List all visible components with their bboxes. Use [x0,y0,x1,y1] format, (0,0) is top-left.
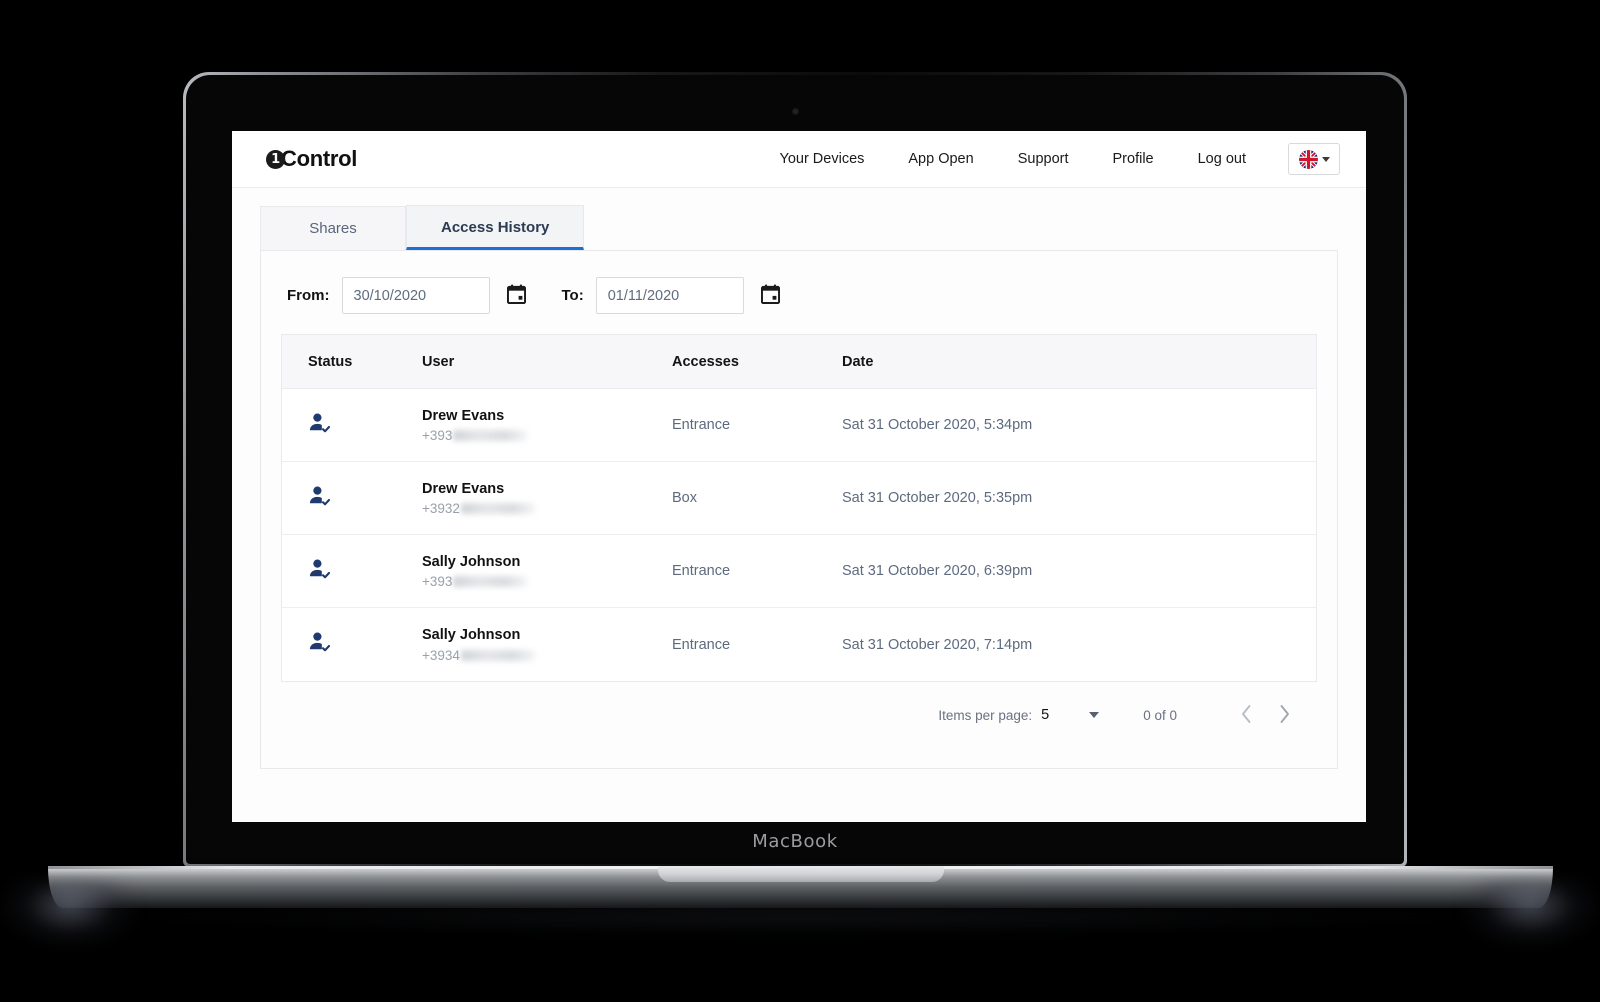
row-status-cell [282,411,422,440]
laptop-base-notch [657,866,944,882]
top-navbar: 1 Control Your Devices App Open Support … [232,131,1366,188]
row-date-cell: Sat 31 October 2020, 7:14pm [842,636,1033,653]
row-access-cell: Entrance [672,636,731,653]
chevron-left-icon [1240,704,1253,727]
column-header-status: Status [308,353,353,370]
column-header-accesses: Accesses [672,353,739,370]
calendar-icon [761,284,781,307]
column-header-date: Date [842,353,874,370]
content-card: From: 30/10/2020 To: 01/11/2020 Status U… [260,250,1338,769]
user-phone-prefix: +393 [422,574,453,590]
tabs-container: Shares Access History [232,188,1366,250]
to-label: To: [561,287,584,304]
app-logo[interactable]: 1 Control [266,146,357,172]
user-name: Sally Johnson [422,553,521,570]
chevron-down-icon [1321,156,1330,162]
row-user-cell: Drew Evans +393 [422,407,672,443]
laptop-glow-right [1460,878,1600,948]
nav-item-app-open[interactable]: App Open [886,151,995,167]
user-phone-prefix: +3932 [422,501,460,517]
row-user-cell: Drew Evans +3932 [422,480,672,516]
from-date-input[interactable] [341,277,490,314]
row-status-cell [282,484,422,513]
laptop-base [48,866,1553,908]
row-access-cell: Box [672,490,697,506]
previous-page-button[interactable] [1227,696,1265,734]
row-access-cell: Entrance [672,417,731,433]
column-header-user: User [422,353,455,370]
page-range-label: 0 of 0 [1143,707,1177,723]
language-selector[interactable] [1288,143,1340,175]
table-row[interactable]: Sally Johnson +393 Entrance Sat 31 Octob… [282,535,1316,608]
access-history-table: Status User Accesses Date Drew Evans +39… [281,334,1317,682]
user-name: Sally Johnson [422,627,521,644]
user-verified-icon [308,559,332,585]
row-date-cell: Sat 31 October 2020, 5:34pm [842,417,1033,433]
nav-item-log-out[interactable]: Log out [1176,151,1268,167]
items-per-page-label: Items per page: [938,707,1033,723]
user-phone-prefix: +3934 [422,647,460,663]
table-row[interactable]: Sally Johnson +3934 Entrance Sat 31 Octo… [282,608,1316,681]
user-phone: +393 [422,574,672,589]
screenshot-stage: 1 Control Your Devices App Open Support … [0,0,1600,1002]
paginator: Items per page: 5 0 of 0 [281,682,1317,748]
tab-shares[interactable]: Shares [260,206,406,250]
user-phone-redacted [453,576,528,588]
row-date-cell: Sat 31 October 2020, 5:35pm [842,490,1033,506]
laptop-screen: 1 Control Your Devices App Open Support … [232,131,1366,822]
table-row[interactable]: Drew Evans +3932 Box Sat 31 October 2020… [282,462,1316,535]
date-filter-row: From: 30/10/2020 To: 01/11/2020 [281,273,1317,334]
row-status-cell [282,557,422,586]
logo-one-badge-icon: 1 [266,149,285,169]
web-page: 1 Control Your Devices App Open Support … [232,131,1366,822]
next-page-button[interactable] [1265,696,1303,734]
calendar-icon [506,284,527,307]
to-calendar-button[interactable] [754,279,788,313]
table-row[interactable]: Drew Evans +393 Entrance Sat 31 October … [282,389,1316,462]
user-phone: +393 [422,428,672,443]
user-verified-icon [308,486,332,512]
user-phone: +3934 [422,648,672,663]
row-access-cell: Entrance [672,563,731,579]
user-phone-prefix: +393 [422,428,453,444]
laptop-bezel: 1 Control Your Devices App Open Support … [186,75,1404,864]
user-name: Drew Evans [422,407,505,424]
user-name: Drew Evans [422,480,505,497]
nav-item-profile[interactable]: Profile [1091,151,1176,167]
user-phone: +3932 [422,501,672,516]
to-date-input[interactable] [595,277,744,314]
macbook-brand-label: MacBook [752,831,838,852]
row-date-cell: Sat 31 October 2020, 6:39pm [842,563,1033,579]
row-status-cell [282,630,422,659]
user-phone-redacted [460,503,535,515]
laptop-glow-left [0,878,140,948]
nav-item-support[interactable]: Support [996,151,1091,167]
user-phone-redacted [453,430,528,442]
from-label: From: [287,287,330,304]
row-user-cell: Sally Johnson +3934 [422,626,672,663]
user-verified-icon [308,413,332,439]
table-header-row: Status User Accesses Date [282,335,1316,389]
webcam-icon [791,108,799,115]
items-per-page-value[interactable]: 5 [1041,707,1049,723]
user-verified-icon [308,632,332,658]
user-phone-redacted [460,649,535,661]
logo-text: Control [281,146,358,171]
laptop-lid: 1 Control Your Devices App Open Support … [183,72,1407,867]
chevron-right-icon [1278,704,1291,727]
row-user-cell: Sally Johnson +393 [422,553,672,589]
nav-item-your-devices[interactable]: Your Devices [757,151,886,167]
tab-access-history[interactable]: Access History [406,205,585,250]
uk-flag-icon [1298,149,1318,169]
nav-links: Your Devices App Open Support Profile Lo… [757,143,1340,175]
items-per-page-dropdown-icon[interactable] [1089,712,1100,718]
tabs: Shares Access History [260,205,1338,250]
from-calendar-button[interactable] [500,279,534,313]
